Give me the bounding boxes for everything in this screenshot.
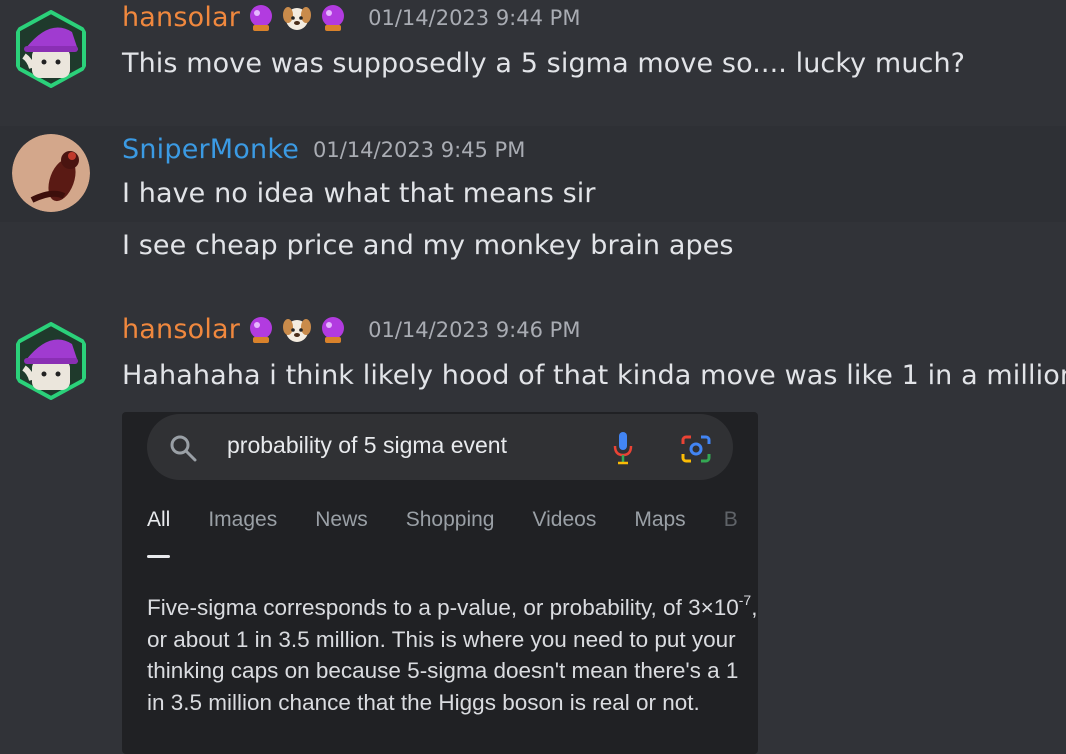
tab-books-cut[interactable]: B bbox=[724, 508, 738, 548]
message-header: SniperMonke 01/14/2023 9:45 PM bbox=[122, 134, 525, 165]
search-bar[interactable]: probability of 5 sigma event bbox=[147, 414, 733, 480]
snippet-exponent: -7 bbox=[738, 591, 752, 608]
monkey-avatar-icon bbox=[12, 134, 90, 212]
username[interactable]: hansolar bbox=[122, 314, 240, 345]
snippet-text-1: Five-sigma corresponds to a p-value, or … bbox=[147, 595, 739, 620]
timestamp: 01/14/2023 9:45 PM bbox=[313, 137, 526, 162]
message-text: Hahahaha i think likely hood of that kin… bbox=[122, 360, 1066, 391]
puppy-icon bbox=[282, 3, 312, 33]
search-query[interactable]: probability of 5 sigma event bbox=[227, 432, 507, 459]
timestamp: 01/14/2023 9:44 PM bbox=[368, 5, 581, 30]
avatar-snipermonke[interactable] bbox=[12, 134, 90, 212]
tab-maps[interactable]: Maps bbox=[634, 508, 685, 548]
crystal-ball-icon bbox=[318, 3, 348, 33]
username[interactable]: hansolar bbox=[122, 2, 240, 33]
message-header: hansolar 01/14/2023 9:44 PM bbox=[122, 2, 580, 33]
message-text: I see cheap price and my monkey brain ap… bbox=[122, 230, 734, 261]
image-attachment[interactable]: probability of 5 sigma event All Images … bbox=[122, 412, 758, 754]
google-lens-icon[interactable] bbox=[680, 434, 712, 464]
wizard-dog-avatar-icon bbox=[16, 10, 86, 88]
microphone-icon[interactable] bbox=[612, 430, 634, 466]
avatar-hansolar[interactable] bbox=[12, 10, 90, 88]
message-text: This move was supposedly a 5 sigma move … bbox=[122, 48, 966, 79]
message-1: hansolar 01/14/2023 9:44 PM This move wa… bbox=[0, 0, 1066, 112]
tab-news[interactable]: News bbox=[315, 508, 368, 548]
search-tabs: All Images News Shopping Videos Maps B bbox=[147, 508, 758, 558]
tab-videos[interactable]: Videos bbox=[532, 508, 596, 548]
featured-snippet: Five-sigma corresponds to a p-value, or … bbox=[147, 592, 758, 718]
message-header: hansolar 01/14/2023 9:46 PM bbox=[122, 314, 580, 345]
avatar-hansolar[interactable] bbox=[12, 322, 90, 400]
crystal-ball-icon bbox=[318, 315, 348, 345]
search-icon bbox=[170, 435, 197, 462]
tab-images[interactable]: Images bbox=[208, 508, 277, 548]
crystal-ball-icon bbox=[246, 3, 276, 33]
message-text: I have no idea what that means sir bbox=[122, 178, 596, 209]
crystal-ball-icon bbox=[246, 315, 276, 345]
timestamp: 01/14/2023 9:46 PM bbox=[368, 317, 581, 342]
tab-all[interactable]: All bbox=[147, 508, 171, 558]
username[interactable]: SniperMonke bbox=[122, 134, 299, 165]
puppy-icon bbox=[282, 315, 312, 345]
wizard-dog-avatar-icon bbox=[16, 322, 86, 400]
tab-shopping[interactable]: Shopping bbox=[406, 508, 495, 548]
